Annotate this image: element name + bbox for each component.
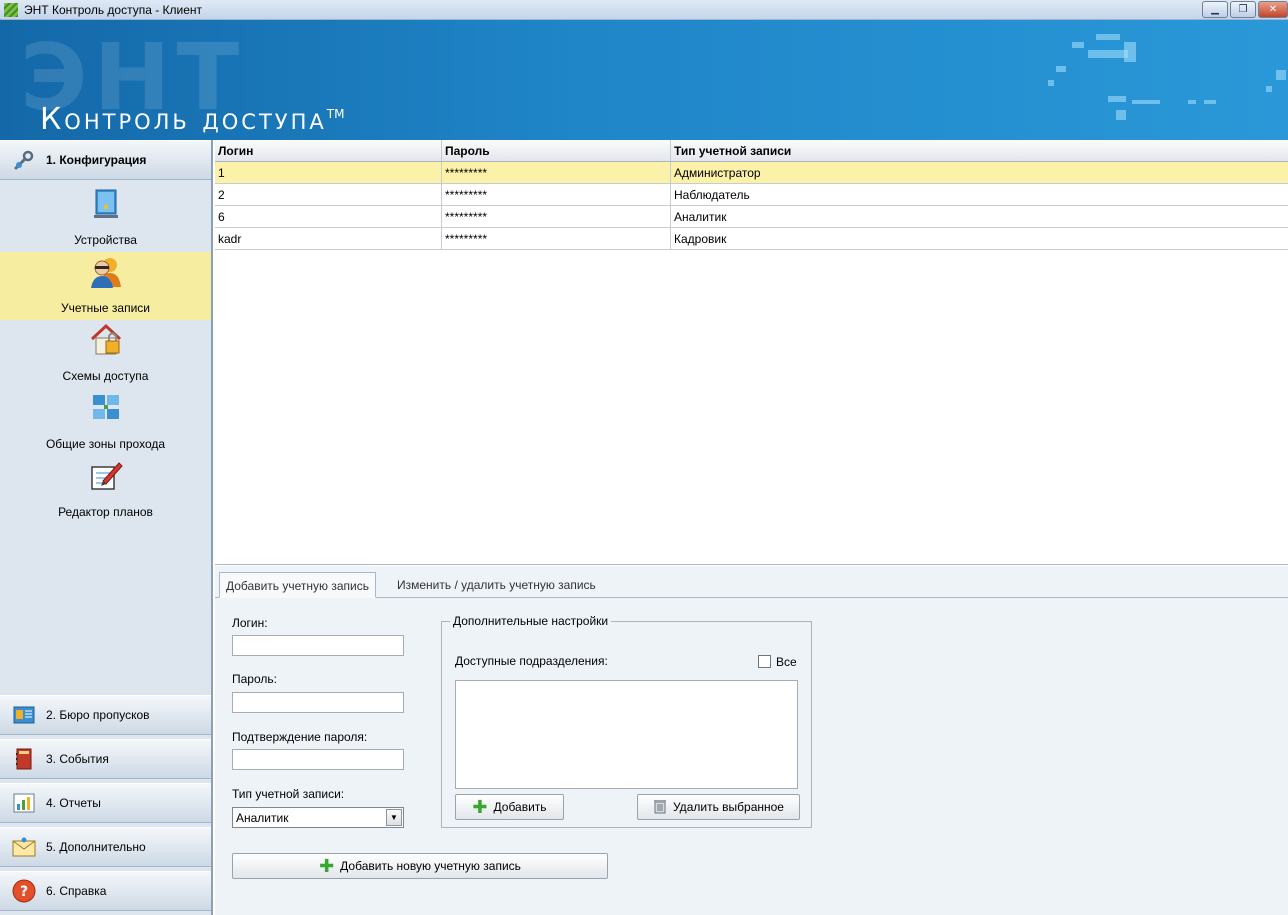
bar-chart-icon	[12, 791, 36, 815]
svg-text:?: ?	[20, 884, 28, 900]
section-events[interactable]: 3. События	[0, 739, 211, 779]
section-label: 1. Конфигурация	[46, 153, 147, 167]
help-icon: ?	[12, 879, 36, 903]
cell-account-type: Наблюдатель	[674, 188, 750, 202]
trash-icon	[653, 798, 667, 817]
account-type-value: Аналитик	[236, 810, 289, 825]
cell-account-type: Аналитик	[674, 210, 727, 224]
sidebar-item-common-zones[interactable]: Общие зоны прохода	[0, 388, 211, 456]
close-button[interactable]: ✕	[1258, 1, 1288, 18]
app-logo: Контроль доступаTM	[40, 102, 344, 137]
cell-login: 1	[215, 162, 442, 183]
chevron-down-icon[interactable]: ▼	[386, 809, 402, 826]
plus-icon: ✚	[319, 856, 335, 876]
sidebar-item-accounts[interactable]: Учетные записи	[0, 252, 211, 320]
section-configuration[interactable]: 1. Конфигурация	[0, 140, 211, 180]
users-icon	[89, 255, 123, 289]
cell-account-type: Кадровик	[674, 232, 727, 246]
section-label: 6. Справка	[46, 884, 107, 898]
add-new-account-button[interactable]: ✚ Добавить новую учетную запись	[232, 853, 608, 879]
account-type-label: Тип учетной записи:	[232, 787, 345, 801]
login-input[interactable]	[232, 635, 404, 656]
additional-settings-legend: Дополнительные настройки	[450, 614, 612, 628]
sidebar-item-label: Общие зоны прохода	[45, 437, 166, 451]
plus-icon: ✚	[472, 797, 488, 817]
cell-password: *********	[442, 162, 671, 183]
confirm-password-input[interactable]	[232, 749, 404, 770]
trademark-mark: TM	[326, 107, 345, 121]
network-icon	[89, 391, 123, 425]
minimize-button[interactable]: ▁	[1202, 1, 1228, 18]
add-department-button[interactable]: ✚ Добавить	[455, 794, 564, 820]
account-edit-panel: Добавить учетную запись Изменить / удали…	[215, 566, 1288, 915]
cell-password: *********	[442, 184, 671, 205]
column-header-account-type[interactable]: Тип учетной записи	[671, 140, 1288, 161]
password-label: Пароль:	[232, 672, 277, 686]
account-type-select[interactable]: Аналитик ▼	[232, 807, 404, 828]
section-label: 5. Дополнительно	[46, 840, 146, 854]
tab-add-account[interactable]: Добавить учетную запись	[219, 572, 376, 598]
sidebar-item-plan-editor[interactable]: Редактор планов	[0, 456, 211, 524]
sidebar-item-devices[interactable]: Устройства	[0, 184, 211, 252]
section-additional[interactable]: 5. Дополнительно	[0, 827, 211, 867]
section-help[interactable]: ? 6. Справка	[0, 871, 211, 911]
book-icon	[12, 747, 36, 771]
window-title: ЭНТ Контроль доступа - Клиент	[24, 3, 203, 17]
header-banner: ЭНТ Контроль доступаTM	[0, 20, 1288, 140]
section-reports[interactable]: 4. Отчеты	[0, 783, 211, 823]
restore-button[interactable]: ❐	[1230, 1, 1256, 18]
table-row[interactable]: kadr ********* Кадровик	[215, 228, 1288, 250]
login-label: Логин:	[232, 616, 268, 630]
cell-account-type: Администратор	[674, 166, 761, 180]
departments-label: Доступные подразделения:	[455, 654, 608, 668]
sidebar-item-label: Редактор планов	[58, 505, 153, 519]
house-lock-icon	[89, 323, 123, 357]
app-icon	[4, 3, 18, 17]
password-input[interactable]	[232, 692, 404, 713]
title-bar: ЭНТ Контроль доступа - Клиент ▁ ❐ ✕	[0, 0, 1288, 20]
tab-edit-account[interactable]: Изменить / удалить учетную запись	[391, 572, 602, 598]
table-header: Логин Пароль Тип учетной записи	[215, 140, 1288, 162]
logo-text: Контроль доступа	[40, 102, 327, 137]
column-header-password[interactable]: Пароль	[442, 140, 671, 161]
cell-password: *********	[442, 228, 671, 249]
button-label: Добавить	[493, 800, 547, 814]
envelope-icon	[12, 835, 36, 859]
additional-settings-group: Дополнительные настройки Доступные подра…	[441, 614, 812, 828]
tab-bar: Добавить учетную запись Изменить / удали…	[215, 566, 1288, 598]
cell-login: kadr	[215, 228, 442, 249]
remove-selected-button[interactable]: Удалить выбранное	[637, 794, 800, 820]
confirm-password-label: Подтверждение пароля:	[232, 730, 368, 744]
section-label: 3. События	[46, 752, 109, 766]
column-header-login[interactable]: Логин	[215, 140, 442, 161]
pencil-plan-icon	[89, 459, 123, 493]
table-row[interactable]: 1 ********* Администратор	[215, 162, 1288, 184]
sidebar-item-access-schemes[interactable]: Схемы доступа	[0, 320, 211, 388]
button-label: Добавить новую учетную запись	[340, 859, 521, 873]
section-pass-bureau[interactable]: 2. Бюро пропусков	[0, 695, 211, 735]
wrench-icon	[12, 148, 36, 172]
cell-password: *********	[442, 206, 671, 227]
sidebar-item-label: Устройства	[74, 233, 137, 247]
all-departments-checkbox[interactable]	[758, 655, 771, 668]
server-icon	[89, 187, 123, 221]
departments-list[interactable]	[455, 680, 798, 789]
section-label: 4. Отчеты	[46, 796, 101, 810]
cell-login: 6	[215, 206, 442, 227]
sidebar: 1. Конфигурация Устройства Учетные запис…	[0, 140, 213, 915]
table-row[interactable]: 2 ********* Наблюдатель	[215, 184, 1288, 206]
sidebar-item-label: Учетные записи	[61, 301, 150, 315]
sidebar-item-label: Схемы доступа	[62, 369, 149, 383]
id-card-icon	[12, 703, 36, 727]
accounts-table: Логин Пароль Тип учетной записи 1 ******…	[215, 140, 1288, 565]
table-row[interactable]: 6 ********* Аналитик	[215, 206, 1288, 228]
cell-login: 2	[215, 184, 442, 205]
window-controls: ▁ ❐ ✕	[1202, 1, 1288, 19]
all-departments-label[interactable]: Все	[776, 655, 797, 669]
section-label: 2. Бюро пропусков	[46, 708, 150, 722]
button-label: Удалить выбранное	[673, 800, 784, 814]
